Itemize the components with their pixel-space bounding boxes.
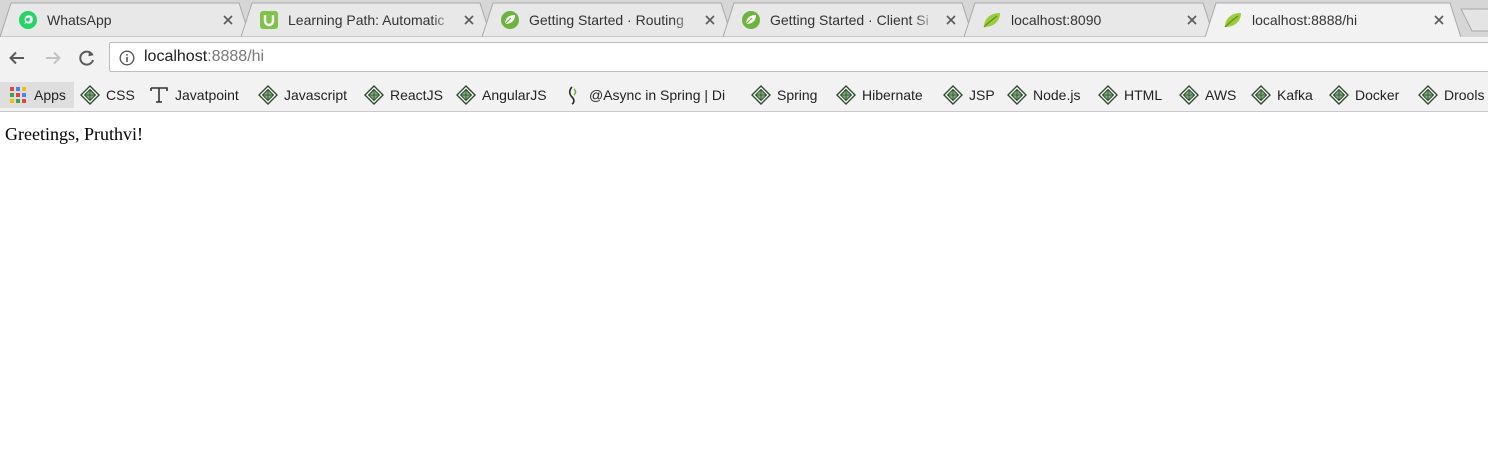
bookmark-label: Hibernate — [862, 87, 923, 103]
javatpoint-icon — [149, 85, 169, 105]
tab-title: localhost:8090 — [1011, 11, 1102, 28]
tab-learning-path[interactable]: Learning Path: Automatic — [241, 2, 491, 37]
bookmark-apps[interactable]: Apps — [0, 82, 74, 108]
tab-title: WhatsApp — [47, 11, 112, 28]
tab-title: localhost:8888/hi — [1252, 11, 1358, 28]
bookmark-spring[interactable]: Spring — [751, 82, 817, 108]
bookmark-label: Drools — [1444, 87, 1485, 103]
back-button[interactable] — [5, 46, 29, 70]
tab-getting-started-client[interactable]: Getting Started · Client Si — [723, 2, 973, 37]
bookmark-label: Apps — [34, 87, 66, 103]
bookmark-reactjs[interactable]: ReactJS — [364, 82, 443, 108]
new-tab-button[interactable] — [1460, 8, 1488, 32]
reload-icon — [79, 50, 94, 66]
bookmark-html[interactable]: HTML — [1098, 82, 1162, 108]
bookmark-globe-icon — [456, 85, 476, 105]
bookmark-label: Spring — [777, 87, 818, 103]
bookmark-label: Kafka — [1277, 87, 1313, 103]
bookmark-label: Javascript — [284, 87, 348, 103]
tab-localhost-8888-hi[interactable]: localhost:8888/hi — [1205, 2, 1461, 37]
bookmark-drools[interactable]: Drools — [1418, 82, 1484, 108]
bookmarks-bar: Apps CSS Javatpoint Javascript ReactJS A… — [0, 79, 1488, 112]
forward-button[interactable] — [41, 46, 65, 70]
bookmark-label: CSS — [106, 87, 135, 103]
bookmark-globe-icon — [80, 85, 100, 105]
bookmark-kafka[interactable]: Kafka — [1251, 82, 1313, 108]
bookmark-globe-icon — [1251, 85, 1271, 105]
bookmark-globe-icon — [751, 85, 771, 105]
bookmark-globe-icon — [258, 85, 278, 105]
bookmark-label: ReactJS — [390, 87, 443, 103]
bookmark-globe-icon — [1007, 85, 1027, 105]
bookmark-globe-icon — [836, 85, 856, 105]
url-host: localhost — [144, 48, 208, 65]
bookmark-label: JSP — [969, 87, 995, 103]
bookmark-angularjs[interactable]: AngularJS — [456, 82, 547, 108]
bookmark-label: AngularJS — [482, 87, 547, 103]
bookmark-jsp[interactable]: JSP — [943, 82, 995, 108]
apps-grid-icon — [8, 85, 28, 105]
bookmark-globe-icon — [364, 85, 384, 105]
close-tab-icon[interactable] — [1431, 12, 1447, 28]
tab-strip: WhatsApp Learning Path: Automatic Gettin… — [0, 0, 1488, 37]
close-tab-icon[interactable] — [1184, 12, 1200, 28]
close-tab-icon[interactable] — [702, 12, 718, 28]
bookmark-globe-icon — [1179, 85, 1199, 105]
reload-button[interactable] — [75, 46, 99, 70]
bookmark-globe-icon — [943, 85, 963, 105]
close-tab-icon[interactable] — [943, 12, 959, 28]
bookmark-docker[interactable]: Docker — [1329, 82, 1399, 108]
whatsapp-icon — [18, 10, 38, 30]
tab-whatsapp[interactable]: WhatsApp — [0, 2, 250, 37]
tab-title: Getting Started · Client Si — [770, 11, 929, 28]
spring-leaf-icon — [1223, 10, 1243, 30]
bookmark-label: @Async in Spring | Di — [589, 87, 726, 103]
url-path: :8888/hi — [207, 48, 265, 65]
bookmark-javatpoint[interactable]: Javatpoint — [149, 82, 239, 108]
bookmark-hibernate[interactable]: Hibernate — [836, 82, 923, 108]
arrow-left-icon — [9, 51, 24, 65]
bookmark-globe-icon — [1329, 85, 1349, 105]
close-tab-icon[interactable] — [220, 12, 236, 28]
spring-icon — [500, 10, 520, 30]
bookmark-javascript[interactable]: Javascript — [258, 82, 347, 108]
bookmark-aws[interactable]: AWS — [1179, 82, 1236, 108]
bookmark-nodejs[interactable]: Node.js — [1007, 82, 1080, 108]
bookmark-globe-icon — [1418, 85, 1438, 105]
bookmark-css[interactable]: CSS — [80, 82, 135, 108]
address-bar[interactable]: localhost:8888/hi — [109, 42, 1488, 72]
greeting-text: Greetings, Pruthvi! — [5, 124, 143, 144]
bookmark-label: Docker — [1355, 87, 1400, 103]
tab-title: Learning Path: Automatic — [288, 11, 445, 28]
bookmark-globe-icon — [1098, 85, 1118, 105]
tab-title: Getting Started · Routing — [529, 11, 684, 28]
tab-localhost-8090[interactable]: localhost:8090 — [964, 2, 1214, 37]
spring-icon — [741, 10, 761, 30]
bookmark-label: Javatpoint — [175, 87, 239, 103]
browser-toolbar: localhost:8888/hi — [0, 37, 1488, 79]
spring-leaf-icon — [982, 10, 1002, 30]
tab-getting-started-routing[interactable]: Getting Started · Routing — [482, 2, 732, 37]
bookmark-label: AWS — [1205, 87, 1237, 103]
url-text: localhost:8888/hi — [144, 48, 264, 66]
baeldung-icon — [563, 85, 583, 105]
udemy-icon — [259, 10, 279, 30]
arrow-right-icon — [46, 51, 61, 65]
bookmark-label: Node.js — [1033, 87, 1081, 103]
bookmark-label: HTML — [1124, 87, 1163, 103]
info-icon[interactable] — [119, 50, 135, 66]
page-content: Greetings, Pruthvi! — [0, 112, 1488, 457]
close-tab-icon[interactable] — [461, 12, 477, 28]
bookmark-async-spring[interactable]: @Async in Spring | Di — [563, 82, 725, 108]
